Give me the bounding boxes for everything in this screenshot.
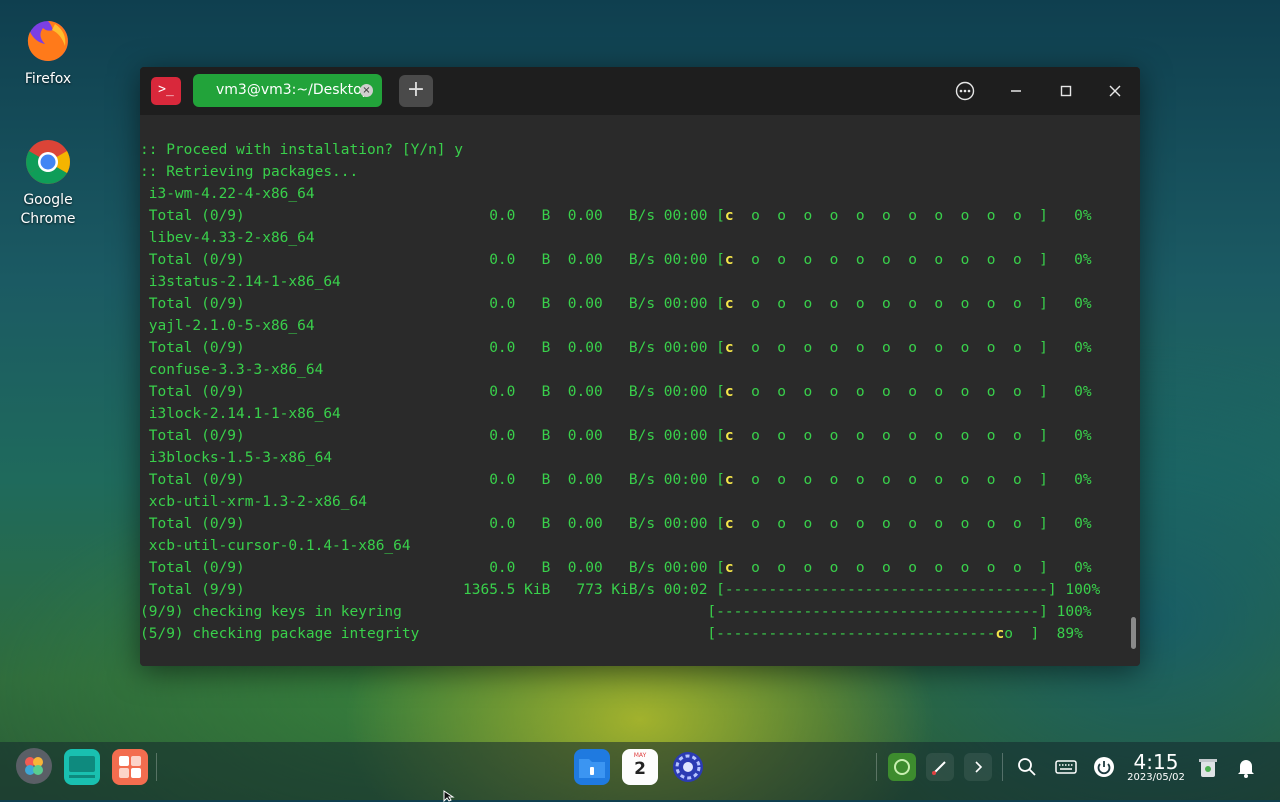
trash-button[interactable] — [1194, 753, 1222, 781]
terminal-line: Total (0/9) 0.0 B 0.00 B/s 00:00 [c o o … — [140, 384, 1092, 400]
clock-date[interactable]: 2023/05/02 — [1124, 772, 1188, 784]
file-manager-button[interactable] — [574, 749, 610, 785]
calendar-month: MAY — [633, 752, 647, 759]
power-button[interactable] — [1090, 753, 1118, 781]
taskbar-separator — [1002, 753, 1003, 781]
settings-button[interactable] — [670, 749, 706, 785]
gear-icon — [673, 752, 703, 782]
desktop-icon-label: Google Chrome — [20, 192, 76, 227]
close-icon — [1109, 85, 1121, 97]
launcher-button[interactable] — [16, 748, 52, 784]
power-icon — [1094, 757, 1114, 777]
terminal-line: i3status-2.14-1-x86_64 — [140, 274, 341, 290]
pen-tool-button[interactable] — [926, 753, 954, 781]
tab-terminal[interactable]: vm3@vm3:~/Desktop × — [193, 74, 382, 107]
terminal-line: Total (0/9) 0.0 B 0.00 B/s 00:00 [c o o … — [140, 428, 1092, 444]
taskbar-separator — [876, 753, 877, 781]
terminal-line: xcb-util-cursor-0.1.4-1-x86_64 — [140, 538, 411, 554]
terminal-window: >_ vm3@vm3:~/Desktop × + :: Proceed with… — [140, 67, 1140, 666]
terminal-line: yajl-2.1.0-5-x86_64 — [140, 318, 315, 334]
calendar-button[interactable]: MAY 2 — [622, 749, 658, 785]
terminal-output[interactable]: :: Proceed with installation? [Y/n] y ::… — [140, 115, 1140, 666]
tab-close-icon[interactable]: × — [360, 84, 373, 97]
terminal-line: i3-wm-4.22-4-x86_64 — [140, 186, 315, 202]
pen-icon — [932, 761, 946, 775]
terminal-line: xcb-util-xrm-1.3-2-x86_64 — [140, 494, 367, 510]
terminal-line: libev-4.33-2-x86_64 — [140, 230, 315, 246]
desktop-icon-google-chrome[interactable]: Google Chrome — [0, 139, 96, 229]
terminal-line: Total (0/9) 0.0 B 0.00 B/s 00:00 [c o o … — [140, 252, 1092, 268]
clock-time[interactable]: 4:15 — [1126, 751, 1186, 773]
desktop-icon-label: Firefox — [24, 71, 72, 87]
more-icon — [955, 81, 975, 101]
terminal-line: i3lock-2.14.1-1-x86_64 — [140, 406, 341, 422]
chrome-icon — [25, 139, 71, 185]
expand-tray-button[interactable] — [964, 753, 992, 781]
tray-app-button[interactable] — [888, 753, 916, 781]
terminal-line: Total (9/9) 1365.5 KiB 773 KiB/s 00:02 [… — [140, 582, 1101, 598]
chevron-right-icon — [975, 761, 983, 773]
trash-icon — [1199, 759, 1217, 777]
keyboard-button[interactable] — [1052, 753, 1080, 781]
terminal-line: Total (0/9) 0.0 B 0.00 B/s 00:00 [c o o … — [140, 472, 1092, 488]
more-options-button[interactable] — [953, 79, 977, 103]
maximize-button[interactable] — [1054, 79, 1078, 103]
terminal-line: :: Retrieving packages... — [140, 164, 359, 180]
notifications-button[interactable] — [1232, 753, 1260, 781]
terminal-line: i3blocks-1.5-3-x86_64 — [140, 450, 333, 466]
new-tab-button[interactable]: + — [399, 75, 433, 107]
search-button[interactable] — [1013, 753, 1041, 781]
terminal-line: Total (0/9) 0.0 B 0.00 B/s 00:00 [c o o … — [140, 296, 1092, 312]
mouse-cursor-icon — [443, 790, 455, 802]
maximize-icon — [1060, 85, 1072, 97]
multitask-icon — [69, 756, 95, 778]
terminal-line: confuse-3.3-3-x86_64 — [140, 362, 324, 378]
bell-icon — [1238, 760, 1254, 778]
terminal-line: Total (0/9) 0.0 B 0.00 B/s 00:00 [c o o … — [140, 208, 1092, 224]
window-titlebar[interactable]: >_ vm3@vm3:~/Desktop × + — [140, 67, 1140, 115]
terminal-line: (5/9) checking package integrity [------… — [140, 626, 1083, 642]
folder-icon — [579, 759, 605, 778]
terminal-line: Total (0/9) 0.0 B 0.00 B/s 00:00 [c o o … — [140, 560, 1092, 576]
close-button[interactable] — [1103, 79, 1127, 103]
desktop-icon-firefox[interactable]: Firefox — [0, 18, 96, 89]
terminal-app-icon: >_ — [151, 77, 181, 105]
terminal-line: Total (0/9) 0.0 B 0.00 B/s 00:00 [c o o … — [140, 340, 1092, 356]
minimize-icon — [1011, 90, 1021, 92]
app-store-button[interactable] — [112, 749, 148, 785]
search-icon — [1018, 758, 1036, 776]
terminal-scrollbar[interactable] — [1131, 617, 1136, 649]
calendar-day: 2 — [634, 759, 646, 779]
terminal-line: :: Proceed with installation? [Y/n] y — [140, 142, 464, 158]
firefox-icon — [25, 18, 71, 64]
keyboard-icon — [1055, 760, 1077, 774]
multitask-view-button[interactable] — [64, 749, 100, 785]
minimize-button[interactable] — [1004, 79, 1028, 103]
tray-app-icon — [894, 759, 910, 775]
terminal-line: Total (0/9) 0.0 B 0.00 B/s 00:00 [c o o … — [140, 516, 1092, 532]
grid-apps-icon — [119, 756, 141, 778]
tab-label: vm3@vm3:~/Desktop — [216, 82, 371, 98]
taskbar-separator — [156, 753, 157, 781]
terminal-line: (9/9) checking keys in keyring [--------… — [140, 604, 1092, 620]
launcher-icon — [25, 757, 43, 775]
